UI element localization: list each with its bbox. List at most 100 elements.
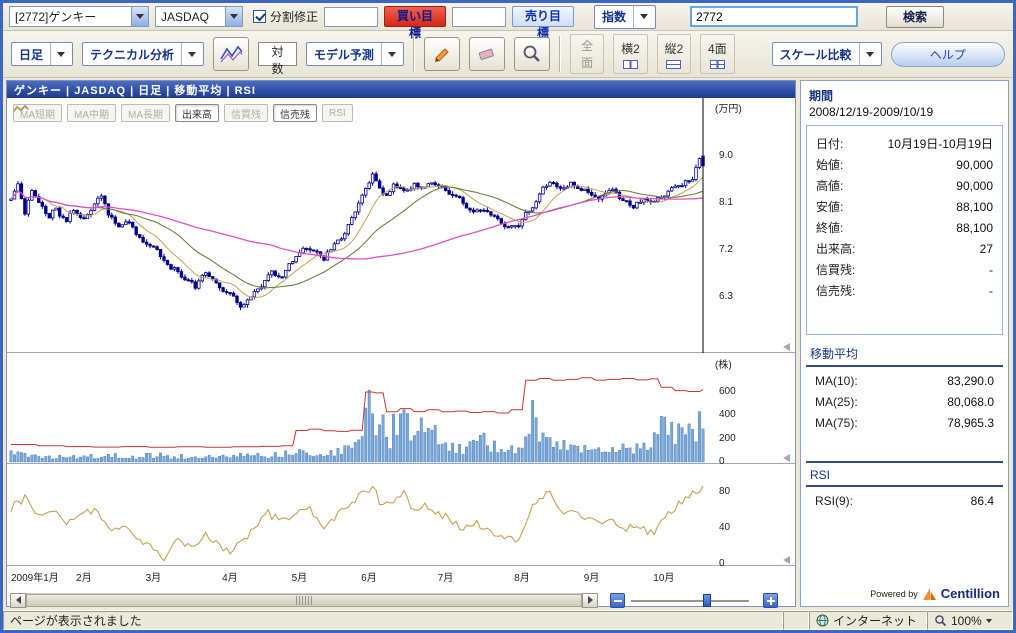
- search-button[interactable]: 検索: [886, 6, 944, 28]
- powered-by: Powered by Centillion: [870, 586, 1000, 601]
- quote-row: 信買残:-: [816, 259, 993, 280]
- quote-row-label: 安値:: [816, 198, 843, 215]
- ma-row: MA(25):80,068.0: [815, 391, 994, 412]
- quote-box: 日付:10月19日-10月19日始値:90,000高値:90,000安値:88,…: [806, 125, 1003, 335]
- zoom-slider-handle[interactable]: [703, 594, 711, 607]
- eraser-button[interactable]: [469, 37, 505, 71]
- rsi-line-icon: [13, 104, 29, 113]
- index-dropdown[interactable]: 指数: [594, 5, 656, 29]
- rsi-chart[interactable]: [7, 465, 713, 566]
- ma-section-title: 移動平均: [806, 343, 1003, 367]
- layout-vertical2-button[interactable]: 縦2: [657, 34, 691, 74]
- eraser-icon: [476, 43, 498, 65]
- layout-horizontal2-button[interactable]: 横2: [613, 34, 647, 74]
- month-label: 5月: [292, 569, 308, 584]
- quote-row-label: 始値:: [816, 156, 843, 173]
- symbol-search-input[interactable]: [690, 6, 858, 27]
- price-panel[interactable]: MA短期MA中期MA長期出来高信買残信売残RSI (万円) 9.08.17.26…: [7, 98, 795, 353]
- scale-compare-dropdown[interactable]: スケール比較: [772, 42, 882, 66]
- help-button[interactable]: ヘルプ: [891, 42, 1005, 67]
- volume-panel[interactable]: (株) 6004002000: [7, 354, 795, 464]
- layout-full-label: 全面: [577, 37, 597, 71]
- toolbar-primary: [2772]ゲンキー JASDAQ 分割修正 買い目標 売り目標 指数 検索: [3, 3, 1013, 31]
- two-columns-icon: [623, 60, 638, 69]
- chevron-down-icon[interactable]: [986, 619, 992, 623]
- chevron-down-icon[interactable]: [225, 7, 242, 26]
- chevron-down-icon[interactable]: [131, 7, 148, 26]
- model-forecast-dropdown[interactable]: モデル予測: [306, 42, 404, 66]
- rsi-scale-handle[interactable]: [783, 556, 790, 564]
- draw-pencil-button[interactable]: [424, 37, 460, 71]
- rsi-tick-label: 40: [719, 522, 730, 533]
- legend-toggle-credit-sell[interactable]: 信売残: [273, 104, 317, 122]
- price-axis-unit: (万円): [715, 100, 742, 115]
- legend-label: 信売残: [280, 106, 310, 121]
- quote-row-value: 88,100: [956, 200, 993, 214]
- toolbar-separator: [559, 36, 561, 72]
- zoom-in-button[interactable]: [763, 593, 778, 608]
- month-label: 2009年1月: [11, 569, 59, 584]
- chart-style-button[interactable]: [213, 37, 249, 71]
- legend-toggle-ma-mid[interactable]: MA中期: [67, 104, 116, 122]
- legend-toggle-volume[interactable]: 出来高: [175, 104, 219, 122]
- scrollbar-track[interactable]: [26, 593, 582, 608]
- zoom-slider[interactable]: [631, 593, 749, 608]
- zoom-tool-button[interactable]: [514, 37, 550, 71]
- sell-target-button[interactable]: 売り目標: [512, 6, 574, 27]
- price-scale-handle[interactable]: [783, 343, 790, 351]
- rsi-panel[interactable]: 80400: [7, 465, 795, 566]
- sell-target-input[interactable]: [452, 7, 506, 27]
- chevron-down-icon[interactable]: [381, 43, 396, 65]
- candlestick-chart[interactable]: [7, 98, 713, 353]
- legend-toggle-ma-long[interactable]: MA長期: [121, 104, 170, 122]
- status-zoom-control[interactable]: 100%: [927, 611, 1013, 630]
- period-dropdown[interactable]: 日足: [11, 42, 73, 66]
- buy-target-button[interactable]: 買い目標: [384, 6, 446, 27]
- layout-full-button[interactable]: 全面: [570, 34, 604, 74]
- month-label: 6月: [361, 569, 377, 584]
- legend-label: RSI: [329, 108, 346, 119]
- rsi-section: RSI RSI(9):86.4: [806, 461, 1003, 511]
- quote-row-label: 終値:: [816, 219, 843, 236]
- chevron-down-icon[interactable]: [50, 43, 65, 65]
- rsi-section-title: RSI: [806, 466, 1003, 487]
- internet-zone-icon: [816, 614, 829, 627]
- chevron-down-icon[interactable]: [859, 43, 874, 65]
- month-label: 10月: [653, 569, 674, 584]
- symbol-combobox[interactable]: [2772]ゲンキー: [9, 6, 149, 27]
- chevron-down-icon[interactable]: [181, 43, 196, 65]
- zoom-out-button[interactable]: [610, 593, 625, 608]
- quote-row: 終値:88,100: [816, 217, 993, 238]
- chevron-down-icon[interactable]: [633, 6, 648, 28]
- chart-app-window: [2772]ゲンキー JASDAQ 分割修正 買い目標 売り目標 指数 検索 日…: [0, 0, 1016, 633]
- log-scale-button[interactable]: 対数: [258, 42, 297, 66]
- scroll-right-button[interactable]: [582, 593, 598, 608]
- buy-target-input[interactable]: [324, 7, 378, 27]
- layout-quad-button[interactable]: 4面: [700, 34, 734, 74]
- scrollbar-thumb[interactable]: [26, 594, 582, 607]
- left-arrow-icon: [16, 596, 21, 604]
- ma-section: 移動平均 MA(10):83,290.0MA(25):80,068.0MA(75…: [806, 343, 1003, 433]
- quote-row-label: 信買残:: [816, 261, 855, 278]
- month-label: 2月: [76, 569, 92, 584]
- chart-body: MA短期MA中期MA長期出来高信買残信売残RSI (万円) 9.08.17.26…: [7, 98, 795, 606]
- volume-chart[interactable]: [7, 354, 713, 464]
- quote-row: 始値:90,000: [816, 154, 993, 175]
- legend-label: 出来高: [182, 106, 212, 121]
- volume-scale-handle[interactable]: [783, 454, 790, 462]
- ma-row-label: MA(10):: [815, 374, 858, 388]
- ma-row-label: MA(75):: [815, 416, 858, 430]
- legend-label: 信買残: [231, 106, 261, 121]
- scroll-left-button[interactable]: [10, 593, 26, 608]
- market-combobox[interactable]: JASDAQ: [155, 6, 243, 27]
- volume-tick-label: 600: [719, 386, 736, 397]
- technical-analysis-dropdown[interactable]: テクニカル分析: [82, 42, 204, 66]
- quote-row-label: 高値:: [816, 177, 843, 194]
- split-adjust-checkbox[interactable]: [253, 10, 266, 23]
- split-adjust-toggle[interactable]: 分割修正: [253, 8, 318, 25]
- quote-row: 高値:90,000: [816, 175, 993, 196]
- ma-row-value: 80,068.0: [947, 395, 994, 409]
- legend-toggle-credit-buy[interactable]: 信買残: [224, 104, 268, 122]
- legend-toggle-rsi[interactable]: RSI: [322, 104, 353, 122]
- status-zoom-icon: [934, 614, 947, 627]
